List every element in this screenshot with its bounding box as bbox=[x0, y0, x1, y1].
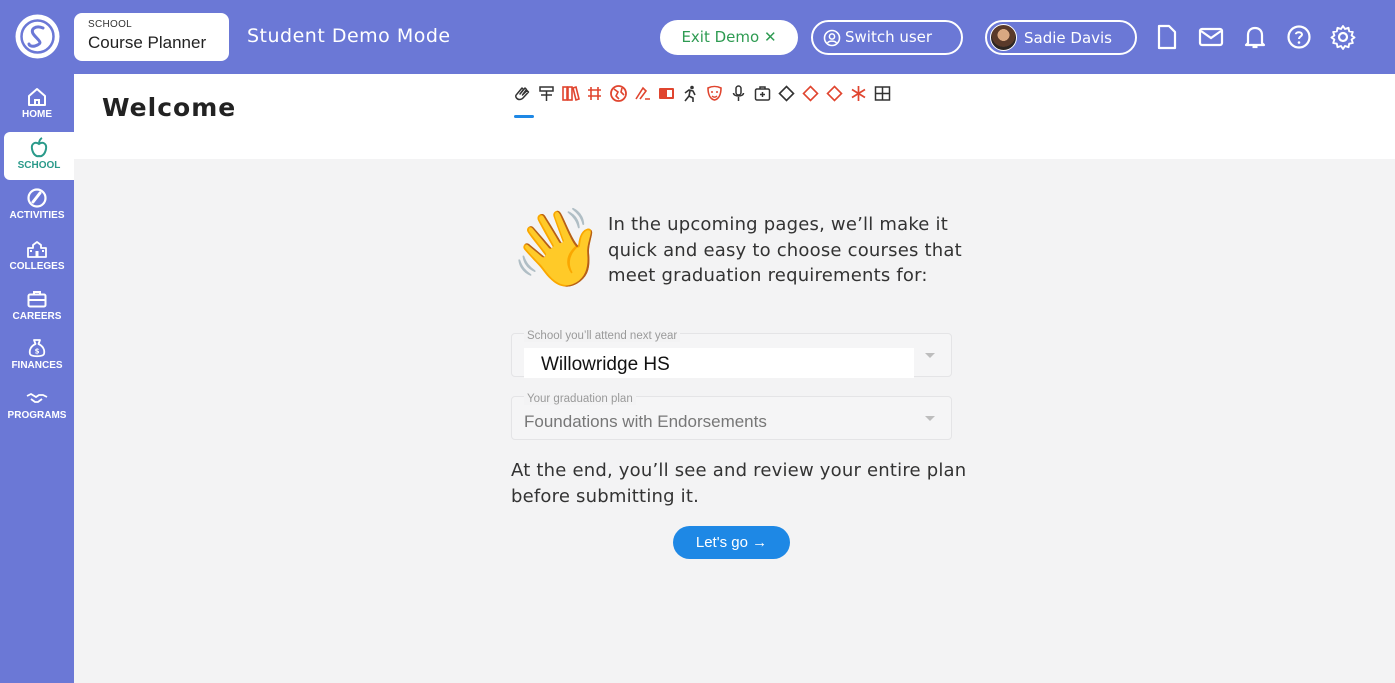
sidebar-item-label: SCHOOL bbox=[17, 160, 61, 171]
sidebar-item-label: CAREERS bbox=[12, 311, 62, 322]
briefcase-icon bbox=[27, 291, 47, 308]
user-name: Sadie Davis bbox=[1024, 28, 1113, 47]
books-step-icon[interactable] bbox=[560, 84, 581, 108]
english-step-icon[interactable] bbox=[536, 84, 557, 108]
chevron-down-icon bbox=[925, 353, 935, 358]
exit-demo-button[interactable]: Exit Demo ✕ bbox=[660, 20, 798, 55]
school-select-label: School you’ll attend next year bbox=[524, 330, 681, 342]
graduation-plan-select[interactable]: Your graduation plan Foundations with En… bbox=[511, 393, 952, 440]
apple-icon bbox=[30, 137, 48, 158]
globe-step-icon[interactable] bbox=[608, 84, 629, 108]
sidebar-item-programs[interactable]: PROGRAMS bbox=[0, 387, 74, 421]
bell-icon[interactable] bbox=[1240, 22, 1270, 52]
intro-text: In the upcoming pages, we’ll make it qui… bbox=[608, 214, 962, 286]
money-bag-icon: $ bbox=[28, 339, 46, 358]
handshake-icon bbox=[26, 392, 48, 403]
app-switcher[interactable]: SCHOOL Course Planner bbox=[74, 13, 229, 61]
outro-text: At the end, you’ll see and review your e… bbox=[511, 460, 967, 507]
user-menu[interactable]: Sadie Davis bbox=[985, 20, 1137, 55]
sidebar-item-colleges[interactable]: COLLEGES bbox=[0, 238, 74, 272]
elective-step-icon[interactable] bbox=[776, 84, 797, 108]
document-icon[interactable] bbox=[1152, 22, 1182, 52]
lets-go-button[interactable]: Let's go → bbox=[673, 526, 790, 559]
speech-step-icon[interactable] bbox=[728, 84, 749, 108]
app-category: SCHOOL bbox=[88, 19, 133, 30]
app-logo[interactable] bbox=[14, 13, 61, 60]
mail-icon[interactable] bbox=[1196, 22, 1226, 52]
active-step-indicator bbox=[514, 115, 534, 118]
mode-title: Student Demo Mode bbox=[247, 25, 451, 47]
arts-step-icon[interactable] bbox=[704, 84, 725, 108]
school-select[interactable]: School you’ll attend next year Willowrid… bbox=[511, 330, 952, 378]
sidebar-item-activities[interactable]: ACTIVITIES bbox=[0, 187, 74, 221]
switch-user-label: Switch user bbox=[845, 28, 933, 46]
elective-2-step-icon[interactable] bbox=[800, 84, 821, 108]
college-icon bbox=[27, 241, 47, 258]
sidebar-item-home[interactable]: HOME bbox=[0, 86, 74, 120]
activities-icon bbox=[27, 188, 47, 208]
elective-3-step-icon[interactable] bbox=[824, 84, 845, 108]
page-header: Welcome bbox=[74, 74, 1395, 159]
sidebar: HOME SCHOOL ACTIVITIES COLLEGES CAREERS … bbox=[0, 74, 74, 683]
sidebar-item-label: COLLEGES bbox=[9, 261, 65, 272]
language-step-icon[interactable] bbox=[656, 84, 677, 108]
health-step-icon[interactable] bbox=[752, 84, 773, 108]
math-step-icon[interactable] bbox=[584, 84, 605, 108]
switch-user-button[interactable]: Switch user bbox=[811, 20, 963, 55]
school-select-value: Willowridge HS bbox=[541, 354, 670, 375]
special-step-icon[interactable] bbox=[848, 84, 869, 108]
sidebar-item-school[interactable]: SCHOOL bbox=[4, 132, 74, 180]
review-grid-step-icon[interactable] bbox=[872, 84, 893, 108]
settings-icon[interactable] bbox=[1328, 22, 1358, 52]
graduation-plan-value: Foundations with Endorsements bbox=[524, 412, 767, 431]
sidebar-item-label: HOME bbox=[22, 109, 52, 120]
sidebar-item-label: FINANCES bbox=[11, 360, 63, 371]
sidebar-item-careers[interactable]: CAREERS bbox=[0, 288, 74, 322]
home-icon bbox=[28, 88, 46, 106]
sidebar-item-label: ACTIVITIES bbox=[9, 210, 65, 221]
graduation-plan-label: Your graduation plan bbox=[524, 393, 636, 405]
step-navigation bbox=[512, 84, 893, 108]
top-bar: SCHOOL Course Planner Student Demo Mode … bbox=[0, 0, 1395, 74]
page-title: Welcome bbox=[102, 93, 237, 122]
science-step-icon[interactable] bbox=[632, 84, 653, 108]
wave-step-icon[interactable] bbox=[512, 84, 533, 108]
pe-step-icon[interactable] bbox=[680, 84, 701, 108]
help-icon[interactable] bbox=[1284, 22, 1314, 52]
chevron-down-icon bbox=[925, 416, 935, 421]
sidebar-item-label: PROGRAMS bbox=[7, 410, 67, 421]
user-circle-icon bbox=[823, 29, 841, 46]
app-name: Course Planner bbox=[88, 33, 207, 52]
sidebar-item-finances[interactable]: $ FINANCES bbox=[0, 337, 74, 371]
avatar bbox=[990, 24, 1017, 51]
top-icon-group bbox=[1152, 22, 1358, 52]
waving-hand-icon: 👋 bbox=[510, 203, 605, 292]
svg-text:$: $ bbox=[35, 348, 40, 356]
